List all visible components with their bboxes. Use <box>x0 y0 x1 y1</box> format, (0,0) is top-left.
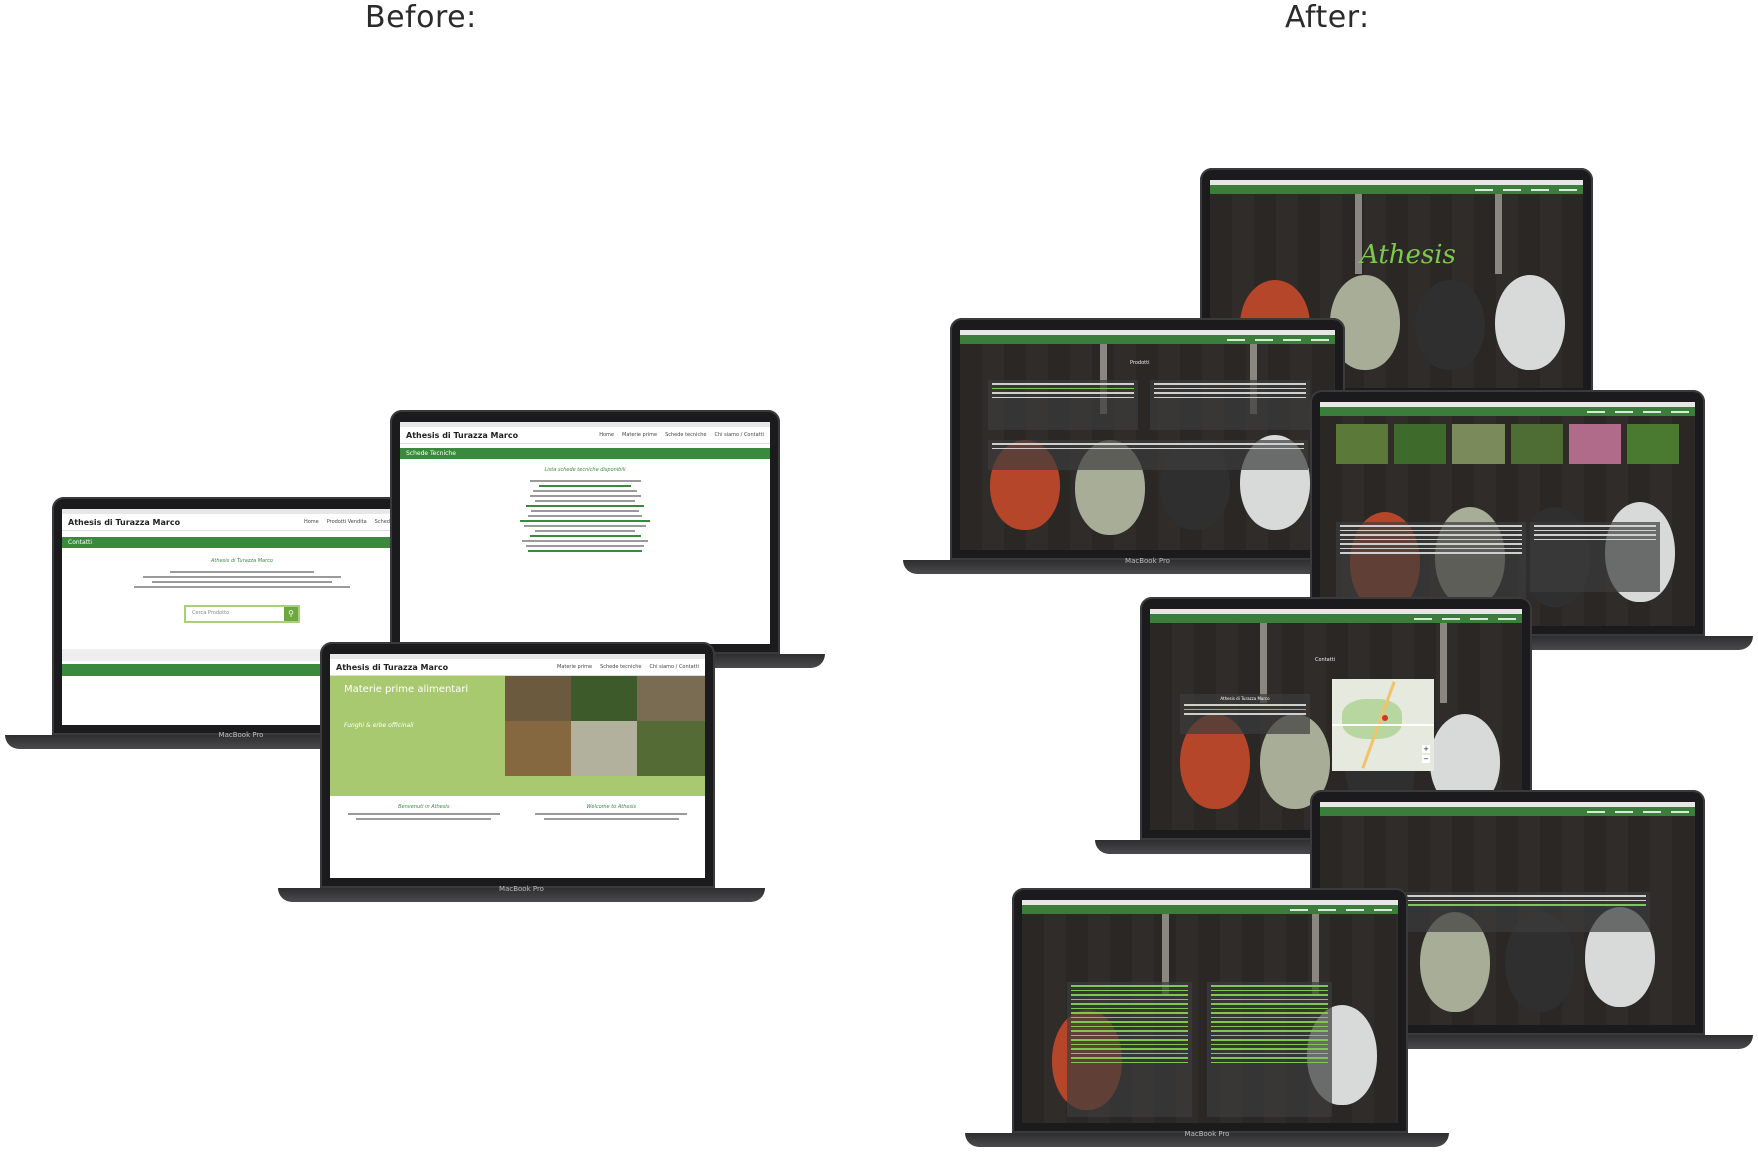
prodotti-title: Prodotti <box>1130 360 1150 366</box>
laptop-brand-label: MacBook Pro <box>1184 1130 1230 1138</box>
new-nav-bar[interactable] <box>1150 614 1522 623</box>
after-laptop-prodotti: Prodotti <box>950 318 1345 560</box>
nav-contatti[interactable]: Chi siamo / Contatti <box>714 432 764 438</box>
nav-schede[interactable]: Schede tecniche <box>600 664 641 670</box>
schede-list[interactable] <box>400 473 770 559</box>
hero-subtitle: Funghi & erbe officinali <box>344 722 414 729</box>
before-laptop-schede: Athesis di Turazza Marco Home Materie pri… <box>390 410 780 654</box>
after-heading: After: <box>1285 0 1370 35</box>
old-home-screen: Athesis di Turazza Marco Materie prime Sc… <box>330 654 705 878</box>
search-icon[interactable]: ⚲ <box>284 607 298 621</box>
new-nav-bar[interactable] <box>1320 807 1695 816</box>
zoom-in-button[interactable]: + <box>1422 745 1430 753</box>
new-nav-bar[interactable] <box>1320 407 1695 416</box>
search-input[interactable]: Cerca Prodotto <box>192 610 229 616</box>
welcome-it: Benvenuti in Athesis <box>398 804 450 810</box>
nav-home[interactable]: Home <box>599 432 614 438</box>
nav-materie[interactable]: Materie prime <box>557 664 592 670</box>
contatti-title: Contatti <box>1315 657 1336 663</box>
contact-company: Athesis di Turazza Marco <box>1220 696 1270 701</box>
before-heading: Before: <box>365 0 477 35</box>
new-prodotti-screen: Prodotti <box>960 330 1335 550</box>
old-schede-screen: Athesis di Turazza Marco Home Materie pri… <box>400 422 770 644</box>
search-box[interactable]: Cerca Prodotto ⚲ <box>184 605 300 623</box>
welcome-en: Welcome to Athesis <box>586 804 637 810</box>
map-pin-icon[interactable] <box>1382 715 1388 721</box>
schede-list-right[interactable] <box>1207 982 1332 1117</box>
new-schede-screen <box>1022 900 1398 1123</box>
hero-banner: Materie prime alimentari Funghi & erbe o… <box>330 676 705 796</box>
schede-list-left[interactable] <box>1067 982 1192 1117</box>
laptop-brand-label: MacBook Pro <box>499 885 544 893</box>
new-erbe-screen <box>1320 402 1695 626</box>
herb-gallery[interactable] <box>1336 424 1680 464</box>
nav-home[interactable]: Home <box>304 519 319 525</box>
map-widget[interactable]: + − <box>1332 679 1434 771</box>
contatti-bar: Contatti <box>62 537 422 548</box>
nav-prodotti[interactable]: Prodotti Vendita <box>327 519 367 525</box>
after-laptop-schede <box>1012 888 1408 1133</box>
new-nav-bar[interactable] <box>1210 185 1583 194</box>
hero-logo: Athesis <box>1360 240 1456 270</box>
new-nav-bar[interactable] <box>960 335 1335 344</box>
new-nav-bar[interactable] <box>1022 905 1398 914</box>
old-company-title: Athesis di Turazza Marco <box>68 517 181 527</box>
zoom-out-button[interactable]: − <box>1422 755 1430 763</box>
before-laptop-home: Athesis di Turazza Marco Materie prime Sc… <box>320 642 715 888</box>
nav-contatti[interactable]: Chi siamo / Contatti <box>649 664 699 670</box>
old-company-title-3: Athesis di Turazza Marco <box>336 662 449 672</box>
schede-bar: Schede Tecniche <box>400 448 770 459</box>
nav-schede[interactable]: Schede tecniche <box>665 432 706 438</box>
old-company-title-2: Athesis di Turazza Marco <box>406 430 519 440</box>
nav-materie[interactable]: Materie prime <box>622 432 657 438</box>
hero-title: Materie prime alimentari <box>344 684 469 695</box>
